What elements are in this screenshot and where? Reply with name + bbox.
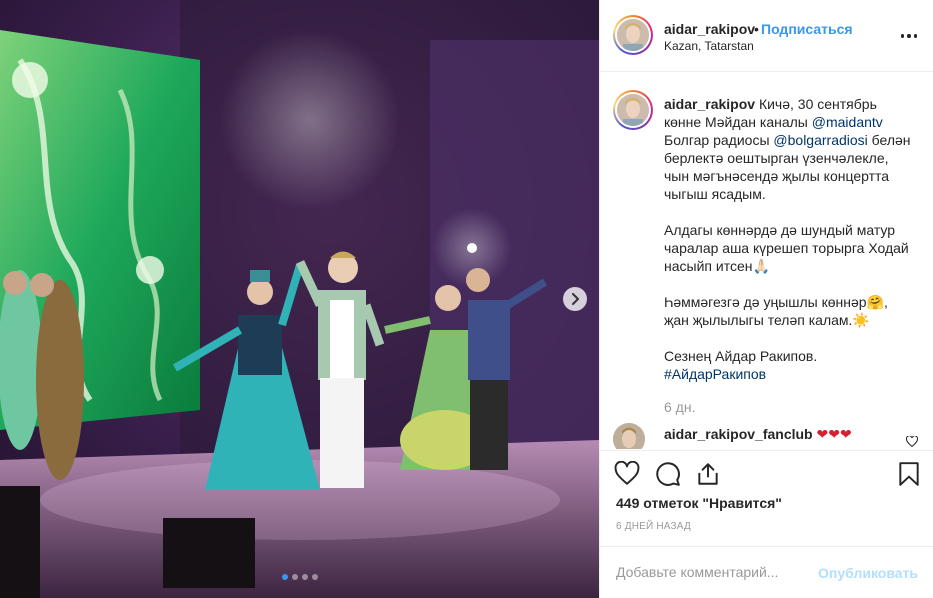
carousel-indicator xyxy=(0,574,599,580)
carousel-next-button[interactable] xyxy=(563,287,587,311)
caption-text: aidar_rakipov Кичә, 30 сентябрь көнне Мә… xyxy=(664,95,926,383)
bookmark-icon xyxy=(899,462,919,486)
publish-button[interactable]: Опубликовать xyxy=(818,565,918,581)
profile-photo xyxy=(617,19,649,51)
caption-avatar[interactable] xyxy=(613,90,653,130)
concert-photo xyxy=(0,0,599,598)
location-link[interactable]: Kazan, Tatarstan xyxy=(664,39,754,53)
header-username[interactable]: aidar_rakipov xyxy=(664,21,755,37)
save-button[interactable] xyxy=(896,461,922,487)
comment-item: aidar_rakipov_fanclub ❤❤❤ xyxy=(613,423,928,449)
comment-avatar[interactable] xyxy=(613,423,645,449)
header-separator: • xyxy=(754,21,759,37)
like-button[interactable] xyxy=(614,460,640,487)
carousel-dot xyxy=(281,574,288,580)
caption-body: Болгар радиосы xyxy=(664,132,770,148)
comment-input[interactable] xyxy=(616,564,816,580)
carousel-dot xyxy=(301,574,308,580)
carousel-dot xyxy=(311,574,318,580)
caption-body: белән берлектә оештырган үзенчәлекле, чы… xyxy=(664,132,911,364)
hashtag-link[interactable]: #АйдарРакипов xyxy=(664,366,766,382)
caption-username[interactable]: aidar_rakipov xyxy=(664,96,755,112)
comment-like-button[interactable] xyxy=(905,434,919,449)
carousel-dot xyxy=(291,574,298,580)
more-dots-icon xyxy=(900,34,905,38)
comment-button[interactable] xyxy=(655,461,681,487)
comments-section: aidar_rakipov Кичә, 30 сентябрь көнне Мә… xyxy=(600,73,933,449)
more-options-button[interactable] xyxy=(898,26,920,46)
share-icon xyxy=(698,463,718,485)
share-button[interactable] xyxy=(695,461,721,487)
post-header: aidar_rakipov • Подписаться Kazan, Tatar… xyxy=(600,0,933,72)
likes-count[interactable]: 449 отметок "Нравится" xyxy=(616,495,782,511)
profile-photo xyxy=(613,423,645,449)
chevron-right-icon xyxy=(572,293,579,305)
comment-username[interactable]: aidar_rakipov_fanclub xyxy=(664,426,813,442)
follow-button[interactable]: Подписаться xyxy=(761,21,853,37)
mention-maidantv[interactable]: @maidantv xyxy=(812,114,883,130)
mention-bolgarradiosi[interactable]: @bolgarradiosi xyxy=(773,132,867,148)
post-date[interactable]: 6 ДНЕЙ НАЗАД xyxy=(616,521,691,532)
post-media[interactable] xyxy=(0,0,599,598)
post-side-panel: aidar_rakipov • Подписаться Kazan, Tatar… xyxy=(599,0,933,598)
comment-body: ❤❤❤ xyxy=(812,426,852,442)
caption-time[interactable]: 6 дн. xyxy=(664,399,695,415)
profile-photo xyxy=(617,94,649,126)
add-comment-section: Опубликовать xyxy=(600,546,933,598)
avatar[interactable] xyxy=(613,15,653,55)
comment-text: aidar_rakipov_fanclub ❤❤❤ xyxy=(664,426,852,443)
post-actions xyxy=(600,450,933,498)
heart-icon xyxy=(614,460,640,485)
heart-icon xyxy=(905,435,919,448)
comment-bubble-icon xyxy=(656,462,680,486)
